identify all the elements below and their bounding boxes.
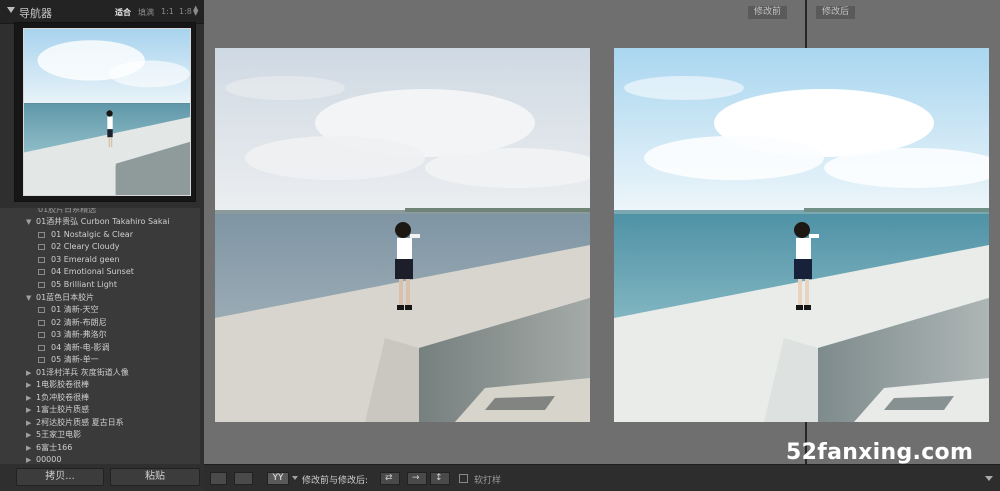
zoom-stepper-icon[interactable]: ▲ ▼: [193, 5, 198, 17]
navigator-header[interactable]: 导航器 适合 填满 1:1 1:8 ▲ ▼: [0, 0, 204, 24]
swap-arrows-icon: ⇄: [385, 473, 393, 483]
preset-folder[interactable]: ▶ 1富士胶片质感: [26, 404, 89, 416]
loupe-view-button[interactable]: [210, 472, 227, 485]
preset-folder-label: 1负冲胶卷很棒: [36, 393, 90, 402]
preset-item[interactable]: 02 Cleary Cloudy: [38, 241, 120, 253]
grid-view-button[interactable]: [234, 472, 253, 485]
preset-item[interactable]: 05 清新-单一: [38, 354, 99, 366]
preset-folder-label: 01蓝色日本胶片: [36, 293, 95, 302]
preset-folder-label: 1富士胶片质感: [36, 405, 90, 414]
collapsed-triangle-icon[interactable]: ▶: [26, 367, 36, 379]
preset-icon: [38, 257, 45, 263]
collapsed-triangle-icon[interactable]: ▶: [26, 417, 36, 429]
zoom-fill-option[interactable]: 填满: [138, 7, 154, 18]
after-photo[interactable]: [614, 48, 989, 422]
preset-icon: [38, 282, 45, 288]
preset-item-label: 02 Cleary Cloudy: [51, 242, 120, 251]
preset-item[interactable]: 01 Nostalgic & Clear: [38, 229, 133, 241]
collapsed-triangle-icon[interactable]: ▶: [26, 404, 36, 416]
preset-folder[interactable]: ▶ 1电影胶卷很棒: [26, 379, 89, 391]
preset-icon: [38, 332, 45, 338]
preset-item-label: 03 清新-弗洛尔: [51, 330, 107, 339]
arrow-left-icon: ↕: [435, 473, 443, 483]
after-label: 修改后: [816, 6, 856, 19]
preset-folder-label: 01酒井贵弘 Curbon Takahiro Sakai: [36, 217, 170, 226]
preset-item-label: 05 清新-单一: [51, 355, 99, 364]
preset-icon: [38, 320, 45, 326]
chevron-down-icon[interactable]: [292, 476, 298, 480]
expanded-triangle-icon[interactable]: ▼: [26, 216, 36, 228]
collapsed-triangle-icon[interactable]: ▶: [26, 442, 36, 454]
preset-folder-label: 6富士166: [36, 443, 73, 452]
preset-icon: [38, 269, 45, 275]
zoom-1-1-option[interactable]: 1:1: [161, 7, 174, 16]
preset-icon: [38, 232, 45, 238]
preset-folder-label: 00000: [36, 455, 62, 464]
paste-button[interactable]: 粘贴: [110, 468, 200, 486]
arrow-right-icon: →: [412, 473, 420, 483]
preset-folder[interactable]: ▶ 01泽村洋兵 灰度街道人像: [26, 367, 129, 379]
compare-label: 修改前与修改后:: [302, 476, 369, 486]
preset-item-label: 01 清新-天空: [51, 305, 99, 314]
left-panel: 导航器 适合 填满 1:1 1:8 ▲ ▼ 01胶片日系精选 ▼ 01酒井贵弘 …: [0, 0, 204, 491]
preset-item[interactable]: 02 清新-布朗尼: [38, 317, 107, 329]
preset-folder[interactable]: ▶ 2柯达胶片质感 夏古日系: [26, 417, 124, 429]
watermark-text: 52fanxing.com: [786, 440, 974, 465]
preset-folder-sakai[interactable]: ▼ 01酒井贵弘 Curbon Takahiro Sakai: [26, 216, 170, 228]
preset-folder[interactable]: ▶ 1负冲胶卷很棒: [26, 392, 89, 404]
preset-folder-blue-japan[interactable]: ▼ 01蓝色日本胶片: [26, 292, 94, 304]
preset-folder-label: 1电影胶卷很棒: [36, 380, 90, 389]
preset-item[interactable]: 01 清新-天空: [38, 304, 99, 316]
presets-panel: 01胶片日系精选 ▼ 01酒井贵弘 Curbon Takahiro Sakai 0…: [0, 208, 200, 464]
softproof-checkbox[interactable]: [459, 474, 468, 483]
preset-icon: [38, 244, 45, 250]
preset-item[interactable]: 04 Emotional Sunset: [38, 266, 134, 278]
toolbar-menu-chevron-icon[interactable]: [985, 476, 993, 481]
preset-folder-label: 01泽村洋兵 灰度街道人像: [36, 368, 129, 377]
preset-folder-label: 5王家卫电影: [36, 430, 82, 439]
preset-item[interactable]: 04 清新-电-影调: [38, 342, 110, 354]
bottom-toolbar: YY 修改前与修改后: ⇄ → ↕ 软打样: [204, 464, 1000, 491]
collapsed-triangle-icon[interactable]: ▶: [26, 454, 36, 464]
preset-item[interactable]: 03 清新-弗洛尔: [38, 329, 107, 341]
zoom-fit-option[interactable]: 适合: [115, 7, 131, 18]
copy-after-to-before-button[interactable]: ↕: [430, 472, 450, 485]
navigator-title: 导航器: [19, 7, 52, 20]
preset-folder-label: 2柯达胶片质感 夏古日系: [36, 418, 124, 427]
preset-item-label: 01 Nostalgic & Clear: [51, 230, 133, 239]
preset-folder[interactable]: ▶ 5王家卫电影: [26, 429, 81, 441]
preset-folder[interactable]: ▶ 6富士166: [26, 442, 72, 454]
preset-folder-partial[interactable]: 01胶片日系精选: [38, 208, 96, 216]
zoom-1-8-option[interactable]: 1:8: [179, 7, 192, 16]
navigator-thumbnail[interactable]: [23, 28, 191, 196]
swap-before-after-button[interactable]: ⇄: [380, 472, 400, 485]
before-label: 修改前: [748, 6, 788, 19]
preset-item-label: 05 Brilliant Light: [51, 280, 118, 289]
collapsed-triangle-icon[interactable]: ▶: [26, 429, 36, 441]
preset-icon: [38, 307, 45, 313]
preset-item-label: 04 Emotional Sunset: [51, 267, 134, 276]
navigator-preview-box: [14, 22, 196, 202]
before-photo[interactable]: [215, 48, 590, 422]
preset-icon: [38, 345, 45, 351]
before-after-view-button[interactable]: YY: [267, 472, 289, 485]
preset-item-label: 02 清新-布朗尼: [51, 318, 107, 327]
preset-item[interactable]: 03 Emerald geen: [38, 254, 120, 266]
copy-button[interactable]: 拷贝...: [16, 468, 104, 486]
collapsed-triangle-icon[interactable]: ▶: [26, 392, 36, 404]
collapsed-triangle-icon[interactable]: ▶: [26, 379, 36, 391]
softproof-label: 软打样: [474, 476, 502, 486]
collapse-triangle-icon[interactable]: [7, 7, 15, 13]
preset-item[interactable]: 05 Brilliant Light: [38, 279, 117, 291]
preset-item-label: 03 Emerald geen: [51, 255, 120, 264]
expanded-triangle-icon[interactable]: ▼: [26, 292, 36, 304]
copy-before-to-after-button[interactable]: →: [407, 472, 427, 485]
preset-folder[interactable]: ▶ 00000: [26, 454, 61, 464]
preset-icon: [38, 357, 45, 363]
preset-item-label: 04 清新-电-影调: [51, 343, 110, 352]
